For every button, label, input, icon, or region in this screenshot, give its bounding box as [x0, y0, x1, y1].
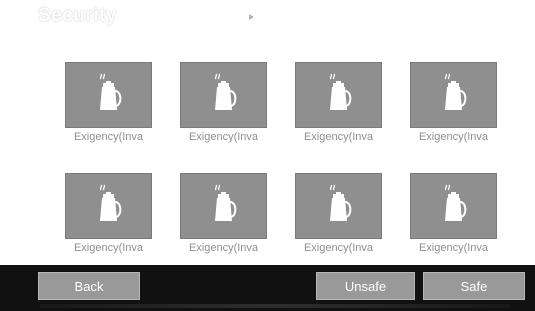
kettle-icon	[324, 184, 354, 228]
device-tile-7[interactable]: Exigency(Inva	[295, 173, 382, 257]
device-tile-8[interactable]: Exigency(Inva	[410, 173, 497, 257]
security-screen: Security Exigency(Inva Exigency(Inva Exi…	[0, 0, 535, 311]
device-tile-box[interactable]	[295, 173, 382, 239]
safe-button[interactable]: Safe	[423, 272, 525, 300]
device-tile-box[interactable]	[410, 173, 497, 239]
device-tile-1[interactable]: Exigency(Inva	[65, 62, 152, 146]
device-tile-2[interactable]: Exigency(Inva	[180, 62, 267, 146]
device-tile-label: Exigency(Inva	[188, 242, 259, 254]
device-tile-label: Exigency(Inva	[303, 242, 374, 254]
bottom-action-bar: Back Unsafe Safe	[0, 265, 535, 311]
bottom-bar-glow	[40, 304, 510, 308]
kettle-icon	[324, 73, 354, 117]
device-tile-box[interactable]	[65, 173, 152, 239]
device-tile-6[interactable]: Exigency(Inva	[180, 173, 267, 257]
device-tile-label: Exigency(Inva	[73, 242, 144, 254]
device-tile-label: Exigency(Inva	[73, 131, 144, 143]
kettle-icon	[439, 184, 469, 228]
kettle-icon	[439, 73, 469, 117]
kettle-icon	[209, 73, 239, 117]
device-tile-label: Exigency(Inva	[303, 131, 374, 143]
device-tile-label: Exigency(Inva	[418, 131, 489, 143]
device-tile-3[interactable]: Exigency(Inva	[295, 62, 382, 146]
device-tile-box[interactable]	[65, 62, 152, 128]
play-arrow-icon	[249, 14, 254, 20]
back-button[interactable]: Back	[38, 272, 140, 300]
kettle-icon	[94, 73, 124, 117]
device-tile-4[interactable]: Exigency(Inva	[410, 62, 497, 146]
kettle-icon	[209, 184, 239, 228]
page-title: Security	[38, 5, 117, 26]
device-tile-box[interactable]	[180, 173, 267, 239]
device-grid: Exigency(Inva Exigency(Inva Exigency(Inv…	[65, 62, 505, 257]
device-tile-box[interactable]	[410, 62, 497, 128]
device-tile-label: Exigency(Inva	[418, 242, 489, 254]
unsafe-button[interactable]: Unsafe	[316, 272, 415, 300]
device-tile-box[interactable]	[295, 62, 382, 128]
device-tile-box[interactable]	[180, 62, 267, 128]
kettle-icon	[94, 184, 124, 228]
device-tile-label: Exigency(Inva	[188, 131, 259, 143]
device-tile-5[interactable]: Exigency(Inva	[65, 173, 152, 257]
